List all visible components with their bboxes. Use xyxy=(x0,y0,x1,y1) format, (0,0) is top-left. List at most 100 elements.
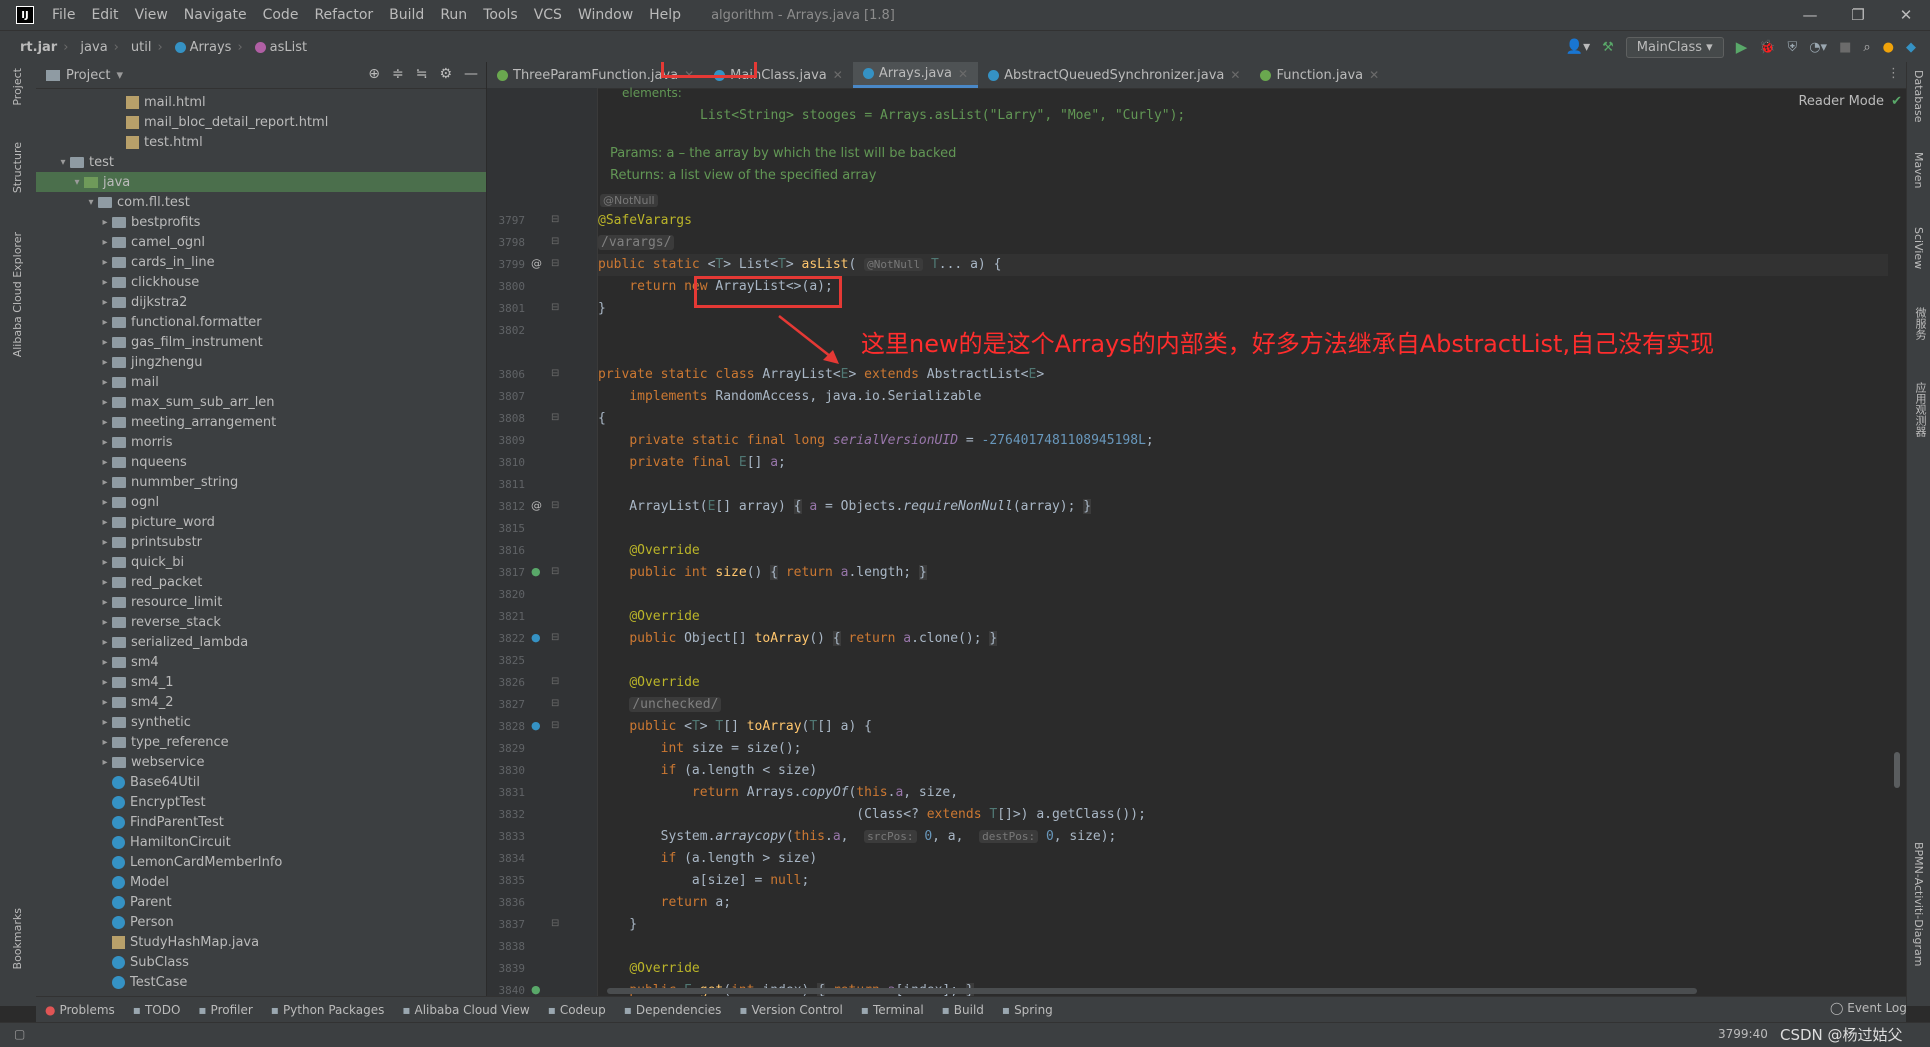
tree-item[interactable]: test.html xyxy=(36,132,486,152)
collapsed-arrow-icon[interactable]: ▸ xyxy=(98,457,112,468)
build-hammer-icon[interactable]: ⚒ xyxy=(1602,40,1614,55)
close-tab-icon[interactable]: ✕ xyxy=(1369,68,1379,82)
tree-item[interactable]: mail_bloc_detail_report.html xyxy=(36,112,486,132)
tree-item[interactable]: ▸ red_packet xyxy=(36,572,486,592)
collapsed-arrow-icon[interactable]: ▸ xyxy=(98,757,112,768)
collapsed-arrow-icon[interactable]: ▸ xyxy=(98,357,112,368)
tree-item[interactable]: ▸ synthetic xyxy=(36,712,486,732)
menu-view[interactable]: View xyxy=(127,7,176,23)
alibaba-cloud-explorer-tab[interactable]: Alibaba Cloud Explorer xyxy=(11,232,24,357)
fold-icon[interactable]: ⊟ xyxy=(551,302,559,313)
vertical-scrollbar[interactable] xyxy=(1894,752,1900,788)
tree-item[interactable]: FindParentTest xyxy=(36,812,486,832)
collapsed-arrow-icon[interactable]: ▸ xyxy=(98,677,112,688)
inspection-ok-icon[interactable]: ✔ xyxy=(1891,94,1902,109)
menu-window[interactable]: Window xyxy=(570,7,641,23)
menu-edit[interactable]: Edit xyxy=(83,7,126,23)
collapsed-arrow-icon[interactable]: ▸ xyxy=(98,717,112,728)
menu-refactor[interactable]: Refactor xyxy=(306,7,381,23)
update-icon[interactable]: ● xyxy=(1883,40,1894,55)
tool-version-control[interactable]: ▪ Version Control xyxy=(730,1003,851,1017)
collapsed-arrow-icon[interactable]: ▸ xyxy=(98,517,112,528)
tree-item[interactable]: ▸ sm4_2 xyxy=(36,692,486,712)
tree-item[interactable]: ▸ sm4_1 xyxy=(36,672,486,692)
tree-item[interactable]: ▸ quick_bi xyxy=(36,552,486,572)
fold-icon[interactable]: ⊟ xyxy=(551,632,559,643)
minimize-button[interactable]: — xyxy=(1786,0,1834,30)
collapsed-arrow-icon[interactable]: ▸ xyxy=(98,477,112,488)
gutter-marker-icon[interactable]: @ xyxy=(531,257,542,270)
tree-item[interactable]: Person xyxy=(36,912,486,932)
tree-item[interactable]: ▸ nummber_string xyxy=(36,472,486,492)
fold-icon[interactable]: ⊟ xyxy=(551,214,559,225)
breadcrumb-item[interactable]: Arrays › xyxy=(169,40,249,55)
tree-item[interactable]: ▾ test xyxy=(36,152,486,172)
tree-item[interactable]: ▸ max_sum_sub_arr_len xyxy=(36,392,486,412)
expanded-arrow-icon[interactable]: ▾ xyxy=(56,157,70,168)
tree-item[interactable]: ▸ morris xyxy=(36,432,486,452)
collapsed-arrow-icon[interactable]: ▸ xyxy=(98,597,112,608)
tool-python-packages[interactable]: ▪ Python Packages xyxy=(262,1003,394,1017)
collapsed-arrow-icon[interactable]: ▸ xyxy=(98,637,112,648)
tree-item[interactable]: mail.html xyxy=(36,92,486,112)
menu-navigate[interactable]: Navigate xyxy=(176,7,255,23)
collapsed-arrow-icon[interactable]: ▸ xyxy=(98,217,112,228)
collapsed-arrow-icon[interactable]: ▸ xyxy=(98,697,112,708)
maven-tool-tab[interactable]: Maven xyxy=(1912,152,1925,188)
collapsed-arrow-icon[interactable]: ▸ xyxy=(98,337,112,348)
event-log-button[interactable]: ◯ Event Log xyxy=(1830,1001,1907,1015)
tab-abstractqueuedsynchronizer-java[interactable]: AbstractQueuedSynchronizer.java ✕ xyxy=(978,62,1250,88)
toggle-tool-windows-icon[interactable]: ▢ xyxy=(14,1027,25,1041)
tree-item[interactable]: ▸ cards_in_line xyxy=(36,252,486,272)
tree-item[interactable]: StudyHashMap.java xyxy=(36,932,486,952)
tree-item[interactable]: Base64Util xyxy=(36,772,486,792)
restore-button[interactable]: ❐ xyxy=(1834,0,1882,30)
tool-problems[interactable]: ● Problems xyxy=(36,1003,124,1017)
tree-item[interactable]: ▸ functional.formatter xyxy=(36,312,486,332)
run-configuration-select[interactable]: MainClass ▾ xyxy=(1625,36,1724,58)
fold-icon[interactable]: ⊟ xyxy=(551,258,559,269)
tree-item[interactable]: ▾ java xyxy=(36,172,486,192)
tool-alibaba-cloud-view[interactable]: ▪ Alibaba Cloud View xyxy=(393,1003,538,1017)
code-area[interactable]: elements: List<String> stooges = Arrays.… xyxy=(598,86,1906,996)
tool-dependencies[interactable]: ▪ Dependencies xyxy=(615,1003,731,1017)
tree-item[interactable]: LemonCardMemberInfo xyxy=(36,852,486,872)
tree-item[interactable]: ▸ sm4 xyxy=(36,652,486,672)
tree-item[interactable]: ▸ type_reference xyxy=(36,732,486,752)
collapsed-arrow-icon[interactable]: ▸ xyxy=(98,417,112,428)
project-tool-tab[interactable]: Project xyxy=(11,68,24,106)
tree-item[interactable]: ▸ reverse_stack xyxy=(36,612,486,632)
tree-item[interactable]: EncryptTest xyxy=(36,792,486,812)
fold-icon[interactable]: ⊟ xyxy=(551,698,559,709)
breadcrumb-item[interactable]: rt.jar › xyxy=(14,40,74,55)
bookmarks-tool-tab[interactable]: Bookmarks xyxy=(11,908,24,969)
menu-vcs[interactable]: VCS xyxy=(526,7,570,23)
menu-help[interactable]: Help xyxy=(641,7,689,23)
search-icon[interactable]: ⌕ xyxy=(1863,40,1870,55)
menu-code[interactable]: Code xyxy=(255,7,307,23)
project-view-select[interactable]: Project xyxy=(66,68,110,83)
fold-icon[interactable]: ⊟ xyxy=(551,412,559,423)
collapsed-arrow-icon[interactable]: ▸ xyxy=(98,577,112,588)
tree-item[interactable]: ▾ com.fll.test xyxy=(36,192,486,212)
fold-icon[interactable]: ⊟ xyxy=(551,500,559,511)
run-icon[interactable]: ▶ xyxy=(1736,38,1748,56)
collapsed-arrow-icon[interactable]: ▸ xyxy=(98,437,112,448)
tree-item[interactable]: ▸ dijkstra2 xyxy=(36,292,486,312)
tree-item[interactable]: ▸ mail xyxy=(36,372,486,392)
fold-icon[interactable]: ⊟ xyxy=(551,368,559,379)
tool-spring[interactable]: ▪ Spring xyxy=(993,1003,1062,1017)
caret-position[interactable]: 3799:40 xyxy=(1718,1027,1768,1041)
fold-icon[interactable]: ⊟ xyxy=(551,720,559,731)
tree-item[interactable]: ▸ serialized_lambda xyxy=(36,632,486,652)
stop-icon[interactable]: ■ xyxy=(1839,40,1851,55)
gutter-marker-icon[interactable]: ● xyxy=(531,565,541,578)
tool-profiler[interactable]: ▪ Profiler xyxy=(189,1003,261,1017)
gutter-marker-icon[interactable]: ● xyxy=(531,983,541,996)
structure-tool-tab[interactable]: Structure xyxy=(11,142,24,193)
close-tab-icon[interactable]: ✕ xyxy=(958,67,968,81)
tool-build[interactable]: ▪ Build xyxy=(933,1003,993,1017)
menu-run[interactable]: Run xyxy=(432,7,475,23)
tab-arrays-java[interactable]: Arrays.java ✕ xyxy=(852,62,979,88)
collapsed-arrow-icon[interactable]: ▸ xyxy=(98,257,112,268)
